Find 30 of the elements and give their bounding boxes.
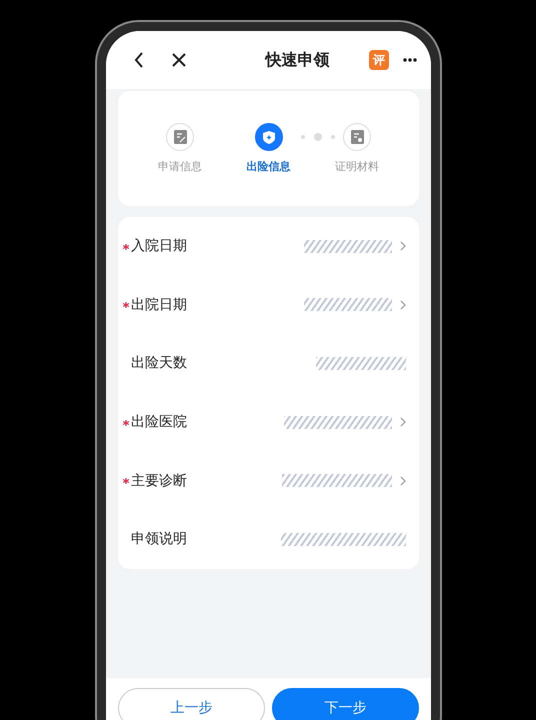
progress-dot xyxy=(330,135,334,139)
back-icon xyxy=(134,52,144,68)
step-label: 申请信息 xyxy=(158,159,202,174)
progress-dot xyxy=(300,135,304,139)
review-badge[interactable]: 评 xyxy=(369,50,389,70)
required-icon xyxy=(123,302,129,308)
field-label: 出险医院 xyxy=(131,413,187,432)
chevron-icon[interactable] xyxy=(400,476,406,486)
required-icon xyxy=(123,244,129,250)
more-icon[interactable] xyxy=(403,58,417,62)
shield-icon xyxy=(262,130,276,144)
field-label: 出险天数 xyxy=(131,354,187,372)
field-label: 出院日期 xyxy=(131,296,187,314)
previous-button[interactable]: 上一步 xyxy=(118,688,265,720)
document-icon xyxy=(350,130,364,144)
progress-dot xyxy=(314,133,322,141)
field-label: 入院日期 xyxy=(131,237,187,256)
field-label: 主要诊断 xyxy=(131,472,187,490)
step-label: 证明材料 xyxy=(335,159,379,174)
chevron-icon[interactable] xyxy=(400,241,406,252)
page-title: 快速申领 xyxy=(264,50,330,70)
step-label: 出险信息 xyxy=(246,159,290,174)
chevron-icon[interactable] xyxy=(400,300,406,310)
next-button[interactable]: 下一步 xyxy=(272,688,419,720)
field-label: 申领说明 xyxy=(131,530,187,548)
form-icon xyxy=(174,130,186,144)
close-icon xyxy=(172,53,186,67)
chevron-icon[interactable] xyxy=(400,417,406,428)
required-icon xyxy=(123,420,129,426)
required-icon xyxy=(123,478,129,484)
